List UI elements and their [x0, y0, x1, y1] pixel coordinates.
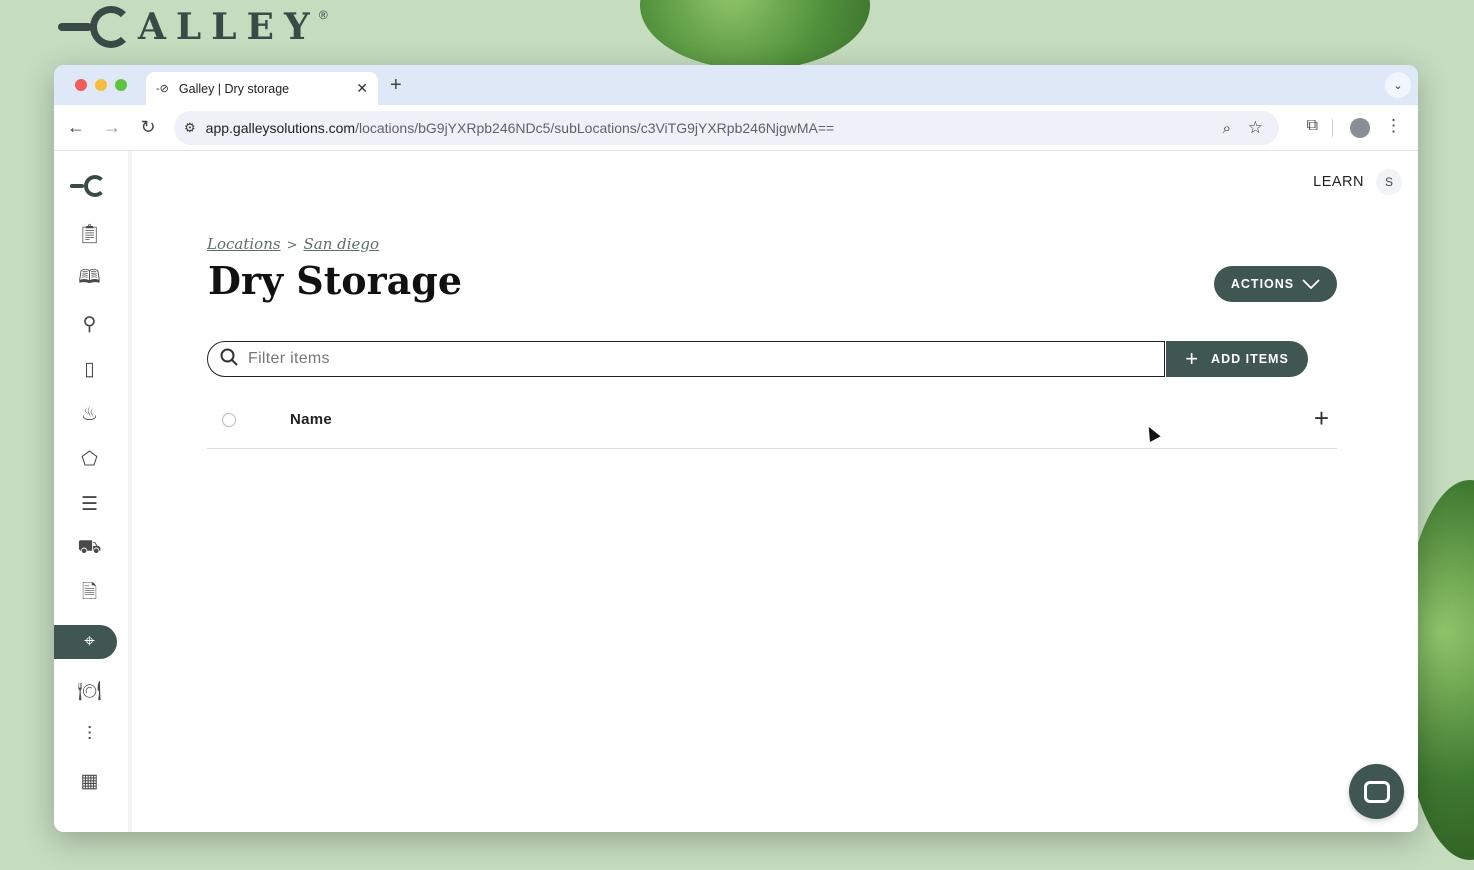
browser-window: -⊘ Galley | Dry storage ✕ + ⌄ ← → ↻ ⚙ ap…: [54, 65, 1418, 832]
sidebar: 📋︎ 🕮 ⚲ ▯ ♨ ⬠ ☰ ⛟ 🗎 ⌖ 🍽︎ ⫶ ▦: [54, 151, 132, 832]
add-items-label: ADD ITEMS: [1211, 352, 1289, 366]
url-path: /locations/bG9jYXRpb246NDc5/subLocations…: [355, 120, 835, 136]
zoom-icon[interactable]: ⌕: [1223, 120, 1231, 137]
sidebar-item-menus[interactable]: ♨: [54, 397, 117, 431]
breadcrumb-parent-link[interactable]: San diego: [303, 235, 379, 253]
reload-icon[interactable]: ↻: [130, 117, 166, 138]
window-controls: [75, 79, 127, 91]
browser-menu-icon[interactable]: ⋮: [1385, 116, 1402, 136]
profile-avatar[interactable]: [1350, 118, 1370, 138]
sliders-icon: ⫶: [87, 724, 92, 745]
site-settings-icon[interactable]: ⚙: [184, 120, 196, 136]
browser-toolbar: ← → ↻ ⚙ app.galleysolutions.com/location…: [54, 105, 1418, 151]
close-tab-icon[interactable]: ✕: [356, 80, 368, 97]
sidebar-item-recipes[interactable]: 🕮: [54, 262, 117, 296]
kale-decoration-top: [640, 0, 870, 70]
sidebar-logo-g: [84, 175, 106, 197]
package-icon: ▯: [84, 358, 95, 380]
sidebar-item-dining[interactable]: 🍽︎: [54, 674, 117, 708]
recipe-book-icon: 🕮: [78, 267, 101, 288]
filter-bar: [207, 341, 1165, 377]
toolbar-divider: [1332, 119, 1333, 137]
logo-wordmark: ALLEY: [138, 6, 320, 48]
actions-button[interactable]: ACTIONS: [1214, 266, 1337, 302]
table-header: Name +: [207, 391, 1337, 449]
breadcrumb-locations-link[interactable]: Locations: [207, 235, 281, 253]
sidebar-item-ingredients[interactable]: ⚲: [54, 307, 117, 341]
search-icon: [220, 348, 238, 371]
logo-key-shape: [58, 23, 92, 31]
select-all-checkbox[interactable]: [222, 413, 236, 427]
user-avatar[interactable]: S: [1376, 169, 1402, 195]
sidebar-item-purchasing[interactable]: ⛟: [54, 532, 117, 566]
sidebar-item-calendar[interactable]: ▦: [54, 764, 117, 798]
extensions-puzzle-icon[interactable]: ⧉: [1307, 117, 1318, 135]
chef-hat-icon: ♨: [80, 403, 99, 425]
logo-g-shape: [90, 6, 132, 48]
sidebar-item-settings[interactable]: ⫶: [54, 718, 117, 752]
tab-search-chevron-icon[interactable]: ⌄: [1385, 72, 1411, 98]
ingredient-icon: ⚲: [82, 313, 97, 335]
chat-support-button[interactable]: [1349, 764, 1404, 819]
dining-icon: 🍽︎: [77, 681, 102, 702]
breadcrumb-separator: >: [286, 238, 298, 253]
plus-icon: +: [1185, 346, 1200, 371]
back-arrow-icon[interactable]: ←: [58, 117, 94, 138]
address-bar[interactable]: ⚙ app.galleysolutions.com/locations/bG9j…: [174, 111, 1279, 145]
sidebar-item-packages[interactable]: ▯: [54, 352, 117, 386]
sidebar-logo[interactable]: [70, 175, 106, 197]
galley-logo: ALLEY ®: [58, 6, 328, 48]
filter-items-input[interactable]: [248, 350, 1128, 368]
breadcrumb: Locations > San diego: [207, 235, 379, 253]
forward-arrow-icon[interactable]: →: [94, 117, 130, 138]
checklist-icon: ☰: [80, 493, 99, 515]
header-right: LEARN S: [1313, 169, 1402, 195]
column-header-name[interactable]: Name: [290, 411, 332, 428]
tab-title: Galley | Dry storage: [178, 81, 290, 96]
sidebar-item-checklists[interactable]: ☰: [54, 487, 117, 521]
sidebar-logo-key: [70, 184, 84, 188]
maximize-window-button[interactable]: [115, 79, 127, 91]
add-column-icon[interactable]: +: [1314, 403, 1329, 434]
chat-bubble-icon: [1363, 780, 1390, 803]
chevron-down-icon: [1302, 279, 1320, 289]
tab-bar: -⊘ Galley | Dry storage ✕ + ⌄: [54, 65, 1418, 105]
sidebar-item-tags[interactable]: ⬠: [54, 442, 117, 476]
tab-favicon-icon: -⊘: [156, 83, 169, 95]
location-pin-icon: ⌖: [84, 631, 95, 652]
calendar-icon: ▦: [80, 770, 99, 792]
logo-registered-mark: ®: [318, 8, 328, 22]
galley-app: 📋︎ 🕮 ⚲ ▯ ♨ ⬠ ☰ ⛟ 🗎 ⌖ 🍽︎ ⫶ ▦ LEARN S Loca…: [54, 151, 1418, 832]
learn-link[interactable]: LEARN: [1313, 174, 1364, 190]
sidebar-item-locations[interactable]: ⌖: [54, 625, 117, 659]
tag-icon: ⬠: [81, 448, 98, 470]
browser-tab[interactable]: -⊘ Galley | Dry storage ✕: [146, 72, 378, 105]
close-window-button[interactable]: [75, 79, 87, 91]
cart-icon: ⛟: [77, 537, 102, 558]
minimize-window-button[interactable]: [95, 79, 107, 91]
new-tab-button[interactable]: +: [390, 74, 402, 97]
sidebar-item-documents[interactable]: 🗎: [54, 577, 117, 611]
actions-label: ACTIONS: [1230, 277, 1295, 291]
sidebar-item-clipboard[interactable]: 📋︎: [54, 217, 117, 251]
bookmark-star-icon[interactable]: ☆: [1248, 118, 1263, 138]
add-items-button[interactable]: + ADD ITEMS: [1166, 341, 1308, 377]
page-title: Dry Storage: [208, 258, 463, 303]
clipboard-icon: 📋︎: [77, 224, 102, 245]
document-icon: 🗎: [81, 582, 98, 603]
url-host: app.galleysolutions.com: [205, 120, 356, 136]
